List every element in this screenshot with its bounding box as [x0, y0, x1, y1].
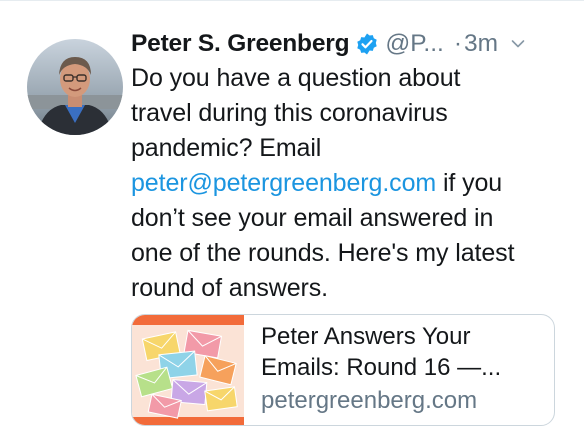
tweet-text-fragment: if you — [436, 169, 503, 197]
separator-dot: · — [453, 30, 463, 57]
tweet-text-line: don’t see your email answered in — [131, 204, 494, 232]
avatar[interactable] — [27, 39, 123, 135]
envelopes-image — [132, 315, 244, 425]
author-handle[interactable]: @P... — [385, 30, 443, 58]
avatar-photo — [27, 39, 123, 135]
card-title: Peter Answers Your Emails: Round 16 —... — [261, 321, 554, 383]
card-domain: petergreenberg.com — [261, 387, 478, 414]
card-thumbnail — [132, 315, 244, 425]
verified-badge-icon — [355, 32, 379, 56]
link-preview-card[interactable]: Peter Answers Your Emails: Round 16 —...… — [131, 314, 555, 426]
tweet-text-line: travel during this coronavirus — [131, 99, 448, 127]
tweet[interactable]: Peter S. Greenberg @P... · 3m Do you hav… — [0, 0, 584, 436]
tweet-text-line: Do you have a question about — [131, 64, 461, 92]
email-link[interactable]: peter@petergreenberg.com — [131, 169, 436, 197]
card-text: Peter Answers Your Emails: Round 16 —...… — [244, 315, 554, 425]
author-display-name[interactable]: Peter S. Greenberg — [131, 30, 350, 58]
tweet-text-line: one of the rounds. Here's my latest — [131, 239, 515, 267]
tweet-timestamp[interactable]: 3m — [464, 30, 498, 58]
chevron-down-icon[interactable] — [510, 36, 526, 52]
tweet-text-line: round of answers. — [131, 274, 329, 302]
card-title-line: Peter Answers Your — [261, 323, 471, 350]
tweet-text: Do you have a question about travel duri… — [131, 61, 571, 306]
card-title-line: Emails: Round 16 —... — [261, 354, 502, 381]
tweet-text-line: pandemic? Email — [131, 134, 322, 162]
tweet-text-line: peter@petergreenberg.com if you — [131, 166, 571, 201]
tweet-header: Peter S. Greenberg @P... · 3m — [131, 27, 571, 61]
